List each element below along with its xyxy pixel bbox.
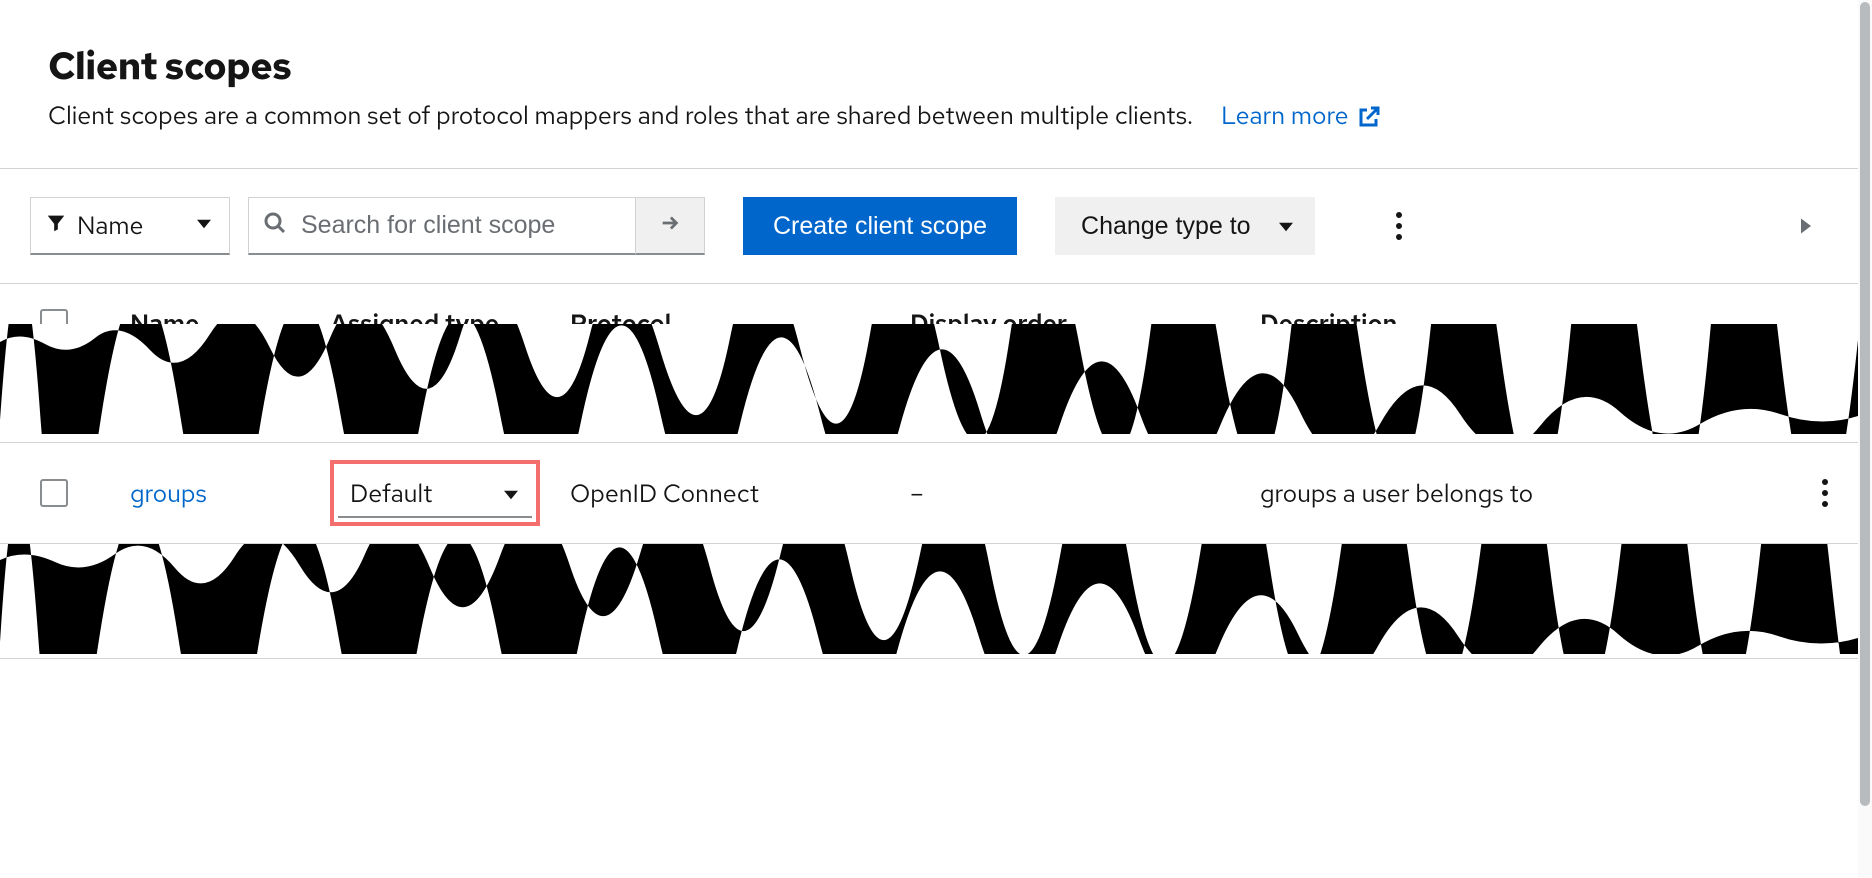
external-link-icon	[1357, 104, 1381, 128]
caret-down-icon	[504, 477, 518, 510]
change-type-label: Change type to	[1081, 212, 1251, 241]
assigned-type-value: Default	[350, 477, 432, 510]
redacted-rows-bottom	[0, 544, 1858, 654]
client-scopes-table: Name Assigned type Protocol Display orde…	[0, 284, 1858, 659]
toolbar-overflow-caret[interactable]	[1792, 212, 1820, 240]
search-submit-button[interactable]	[635, 197, 705, 255]
vertical-scrollbar[interactable]	[1858, 0, 1872, 878]
search-icon	[263, 211, 287, 240]
description-cell: groups a user belongs to	[1260, 477, 1768, 510]
caret-down-icon	[1279, 212, 1293, 241]
filter-icon	[45, 212, 67, 239]
filter-attribute-label: Name	[77, 209, 143, 242]
scrollbar-thumb[interactable]	[1860, 2, 1870, 806]
create-client-scope-button[interactable]: Create client scope	[743, 197, 1017, 255]
page-header: Client scopes Client scopes are a common…	[0, 0, 1858, 168]
search-input[interactable]	[299, 210, 625, 241]
learn-more-link[interactable]: Learn more	[1221, 99, 1380, 132]
protocol-cell: OpenID Connect	[570, 477, 910, 510]
caret-down-icon	[197, 215, 211, 236]
row-checkbox[interactable]	[40, 479, 68, 507]
filter-attribute-dropdown[interactable]: Name	[30, 197, 230, 255]
table-row: groups Default OpenID Connect – gro	[0, 443, 1858, 543]
toolbar-kebab-menu[interactable]	[1379, 206, 1419, 246]
toolbar: Name	[0, 169, 1858, 284]
page-title: Client scopes	[48, 40, 1810, 91]
redacted-rows-top	[0, 324, 1858, 434]
row-kebab-menu[interactable]	[1822, 479, 1828, 507]
search-box[interactable]	[248, 197, 635, 255]
assigned-type-select[interactable]: Default	[330, 460, 540, 526]
display-order-cell: –	[910, 477, 1260, 510]
page-subtitle: Client scopes are a common set of protoc…	[48, 99, 1193, 132]
kebab-icon	[1396, 212, 1402, 240]
kebab-icon	[1822, 479, 1828, 507]
change-type-dropdown[interactable]: Change type to	[1055, 197, 1315, 255]
arrow-right-icon	[659, 212, 681, 239]
scope-name-link[interactable]: groups	[130, 477, 207, 510]
learn-more-label: Learn more	[1221, 99, 1348, 132]
table-end-divider	[0, 658, 1858, 659]
